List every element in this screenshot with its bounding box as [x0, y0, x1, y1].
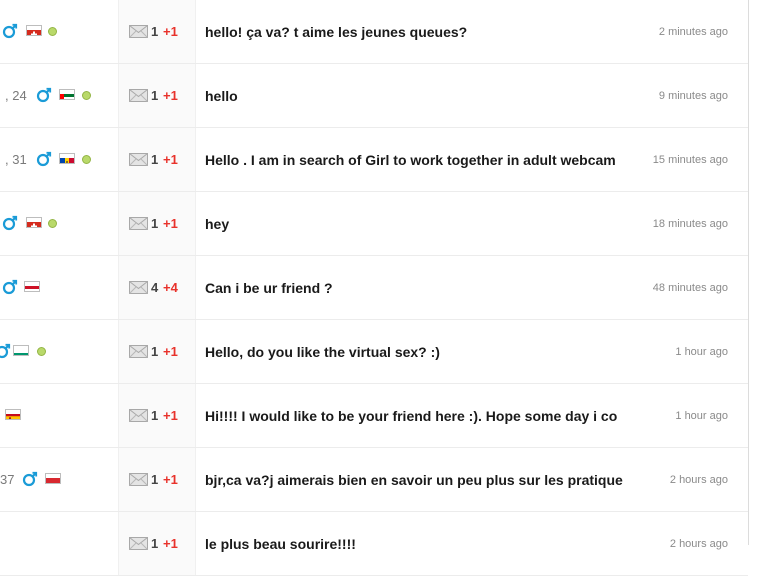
envelope-icon: [129, 25, 148, 38]
message-preview[interactable]: Hello . I am in search of Girl to work t…: [205, 152, 631, 168]
message-timestamp: 15 minutes ago: [652, 154, 728, 166]
message-timestamp: 18 minutes ago: [652, 218, 728, 230]
message-list: 1 +1 hello! ça va? t aime les jeunes que…: [0, 0, 748, 576]
envelope-icon: [129, 345, 148, 358]
message-count: 1 +1: [118, 192, 196, 255]
message-count-value: 1: [151, 408, 159, 423]
new-message-count: +1: [163, 408, 178, 423]
message-count-value: 1: [151, 88, 159, 103]
message-count: 1 +1: [118, 448, 196, 511]
male-icon: [2, 279, 18, 295]
new-message-count: +1: [163, 216, 178, 231]
message-count-value: 1: [151, 344, 159, 359]
sender-info: [0, 192, 118, 255]
message-preview[interactable]: le plus beau sourire!!!!: [205, 536, 631, 552]
message-count: 4 +4: [118, 256, 196, 319]
new-message-count: +4: [163, 280, 178, 295]
message-count-value: 1: [151, 536, 159, 551]
male-icon: [36, 87, 52, 103]
message-row[interactable]: 1 +1 hey 18 minutes ago: [0, 192, 748, 256]
envelope-icon: [129, 217, 148, 230]
sender-info: [0, 512, 118, 575]
moldova-flag-icon: [59, 153, 75, 164]
message-preview[interactable]: hey: [205, 216, 631, 232]
message-count-value: 1: [151, 472, 159, 487]
new-message-count: +1: [163, 88, 178, 103]
envelope-icon: [129, 537, 148, 550]
online-status-icon: [37, 347, 46, 356]
sender-info: [0, 0, 118, 63]
switzerland-flag-icon: [26, 217, 42, 228]
envelope-icon: [129, 281, 148, 294]
message-count: 1 +1: [118, 64, 196, 127]
new-message-count: +1: [163, 536, 178, 551]
message-timestamp: 2 minutes ago: [658, 26, 728, 38]
message-timestamp: 2 hours ago: [669, 474, 728, 486]
envelope-icon: [129, 409, 148, 422]
panel-border: [748, 0, 749, 545]
spain-flag-icon: [5, 409, 21, 420]
male-icon: [0, 343, 11, 359]
envelope-icon: [129, 153, 148, 166]
new-message-count: +1: [163, 344, 178, 359]
message-preview[interactable]: hello: [205, 88, 631, 104]
message-preview[interactable]: Hello, do you like the virtual sex? :): [205, 344, 631, 360]
red-flag-icon: [45, 473, 61, 484]
message-count-value: 1: [151, 24, 159, 39]
online-status-icon: [48, 27, 57, 36]
message-timestamp: 2 hours ago: [669, 538, 728, 550]
sender-info: [0, 384, 118, 447]
message-count: 1 +1: [118, 512, 196, 575]
envelope-icon: [129, 89, 148, 102]
male-icon: [36, 151, 52, 167]
message-timestamp: 48 minutes ago: [652, 282, 728, 294]
male-icon: [22, 471, 38, 487]
sender-info: [0, 256, 118, 319]
envelope-icon: [129, 473, 148, 486]
sender-age: 37: [0, 472, 15, 487]
message-row[interactable]: 1 +1 hello! ça va? t aime les jeunes que…: [0, 0, 748, 64]
sender-age: , 31: [5, 152, 27, 167]
uae-flag-icon: [59, 89, 75, 100]
message-row[interactable]: 1 +1 le plus beau sourire!!!! 2 hours ag…: [0, 512, 748, 576]
message-count-value: 1: [151, 216, 159, 231]
message-timestamp: 1 hour ago: [675, 410, 728, 422]
message-preview[interactable]: Hi!!!! I would like to be your friend he…: [205, 408, 631, 424]
message-timestamp: 9 minutes ago: [658, 90, 728, 102]
male-icon: [2, 23, 18, 39]
switzerland-flag-icon: [26, 25, 42, 36]
message-count: 1 +1: [118, 384, 196, 447]
message-count: 1 +1: [118, 320, 196, 383]
message-timestamp: 1 hour ago: [675, 346, 728, 358]
sender-info: , 31: [0, 128, 118, 191]
online-status-icon: [82, 155, 91, 164]
message-count-value: 1: [151, 152, 159, 167]
new-message-count: +1: [163, 472, 178, 487]
sender-info: 37: [0, 448, 118, 511]
yemen-flag-icon: [24, 281, 40, 292]
message-row[interactable]: , 31 1 +1 Hello . I am in search of Girl…: [0, 128, 748, 192]
new-message-count: +1: [163, 24, 178, 39]
male-icon: [2, 215, 18, 231]
message-preview[interactable]: hello! ça va? t aime les jeunes queues?: [205, 24, 631, 40]
message-count: 1 +1: [118, 0, 196, 63]
message-row[interactable]: 1 +1 Hello, do you like the virtual sex?…: [0, 320, 748, 384]
message-row[interactable]: 1 +1 Hi!!!! I would like to be your frie…: [0, 384, 748, 448]
online-status-icon: [48, 219, 57, 228]
message-row[interactable]: , 24 1 +1 hello 9 minutes ago: [0, 64, 748, 128]
sender-age: , 24: [5, 88, 27, 103]
message-row[interactable]: 37 1 +1 bjr,ca va?j aimerais bien en sav…: [0, 448, 748, 512]
sender-info: [0, 320, 118, 383]
new-message-count: +1: [163, 152, 178, 167]
online-status-icon: [82, 91, 91, 100]
message-count: 1 +1: [118, 128, 196, 191]
sender-info: , 24: [0, 64, 118, 127]
message-preview[interactable]: bjr,ca va?j aimerais bien en savoir un p…: [205, 472, 631, 488]
message-count-value: 4: [151, 280, 159, 295]
message-preview[interactable]: Can i be ur friend ?: [205, 280, 631, 296]
message-row[interactable]: 4 +4 Can i be ur friend ? 48 minutes ago: [0, 256, 748, 320]
bulgaria-flag-icon: [13, 345, 29, 356]
